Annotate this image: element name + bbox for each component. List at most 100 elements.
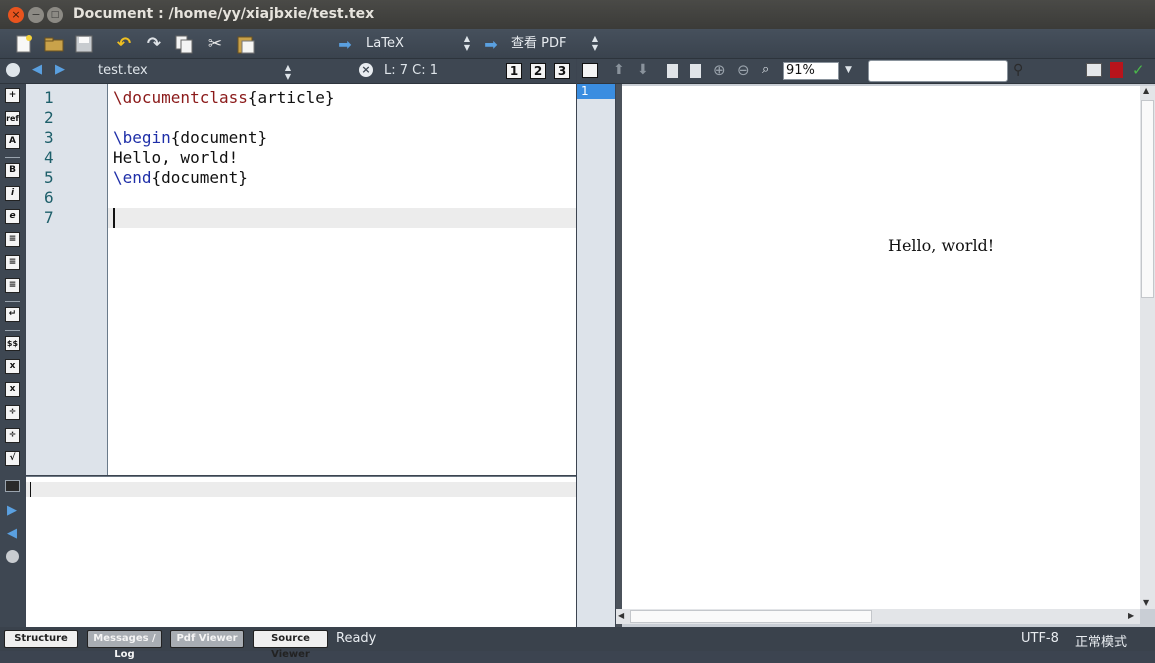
pdf-viewer[interactable]: ▲ ▼ ◀ ▶ xyxy=(616,84,1155,627)
pdf-page-gutter: 1 xyxy=(577,84,615,627)
pdf-toolbar: ⬆ ⬇ ⊕ ⊖ ⌕ 91% ▼ ⚲ ✓ xyxy=(577,59,1155,84)
open-icon[interactable] xyxy=(43,33,65,55)
dfrac-icon[interactable]: ÷ xyxy=(5,428,20,443)
source-viewer-button[interactable]: Source Viewer xyxy=(253,630,328,660)
align-left-icon[interactable]: ≡ xyxy=(5,232,20,247)
italic-icon[interactable]: i xyxy=(5,186,20,201)
next-page-icon[interactable]: ⬇ xyxy=(637,62,649,78)
external-viewer-icon[interactable] xyxy=(1110,62,1123,78)
next-error-icon[interactable]: ▶ xyxy=(7,503,17,518)
log-panel-icon[interactable] xyxy=(5,480,20,492)
align-center-icon[interactable]: ≡ xyxy=(5,255,20,270)
align-right-icon[interactable]: ≡ xyxy=(5,278,20,293)
paste-icon[interactable] xyxy=(235,33,257,55)
line-number: 1 xyxy=(44,88,54,107)
fit-width-icon[interactable] xyxy=(667,64,678,78)
superscript-icon[interactable]: x xyxy=(5,382,20,397)
main-toolbar: ↶ ↷ ✂ ➡ LaTeX ▲ ▼ ➡ 查看 PDF ▲ ▼ xyxy=(0,29,1155,59)
print-icon[interactable] xyxy=(1086,63,1102,77)
spellcheck-icon[interactable]: ✓ xyxy=(1132,61,1145,79)
pdf-page-number[interactable]: 1 xyxy=(577,84,615,99)
cut-icon[interactable]: ✂ xyxy=(204,33,226,55)
structure-button[interactable]: Structure xyxy=(4,630,78,648)
messages-log-button[interactable]: Messages / Log xyxy=(87,630,162,660)
window-title: Document : /home/yy/xiajbxie/test.tex xyxy=(73,6,375,22)
build-command-combo[interactable]: LaTeX ▲ ▼ xyxy=(360,34,474,54)
pdf-viewer-button[interactable]: Pdf Viewer xyxy=(170,630,244,648)
fit-page-icon[interactable] xyxy=(690,64,701,78)
close-document-icon[interactable]: × xyxy=(359,63,373,77)
scroll-right-icon[interactable]: ▶ xyxy=(1128,611,1134,620)
build-command-value: LaTeX xyxy=(366,36,404,51)
new-line-icon[interactable]: ↵ xyxy=(5,307,20,322)
view-pdf-run-icon[interactable]: ➡ xyxy=(480,33,502,55)
code-line: \documentclass{article} xyxy=(113,88,335,107)
cursor-position: L: 7 C: 1 xyxy=(384,63,439,78)
magnifier-icon[interactable]: ⌕ xyxy=(762,62,769,77)
previous-document-icon[interactable]: ◀ xyxy=(32,62,42,77)
toggle-structure-icon[interactable] xyxy=(582,63,598,78)
zoom-field[interactable]: 91% xyxy=(783,62,839,80)
binoculars-icon[interactable]: ⚲ xyxy=(1013,62,1023,78)
code-line: Hello, world! xyxy=(113,148,239,167)
new-file-icon[interactable] xyxy=(13,33,35,55)
refresh-structure-icon[interactable] xyxy=(6,63,20,77)
code-line: \end{document} xyxy=(113,168,248,187)
maximize-window-button[interactable]: □ xyxy=(47,7,63,23)
stop-process-icon[interactable] xyxy=(6,550,19,563)
bold-icon[interactable]: B xyxy=(5,163,20,178)
fraction-icon[interactable]: ÷ xyxy=(5,405,20,420)
edit-mode-indicator[interactable]: 正常模式 xyxy=(1075,631,1127,650)
horizontal-scrollbar-thumb[interactable] xyxy=(630,610,872,623)
zoom-dropdown-icon[interactable]: ▼ xyxy=(845,65,852,75)
line-number: 2 xyxy=(44,108,54,127)
subscript-icon[interactable]: x xyxy=(5,359,20,374)
previous-error-icon[interactable]: ◀ xyxy=(7,526,17,541)
next-document-icon[interactable]: ▶ xyxy=(55,62,65,77)
status-text: Ready xyxy=(336,631,377,646)
run-build-icon[interactable]: ➡ xyxy=(334,33,356,55)
line-number: 7 xyxy=(44,208,54,227)
view-button-1[interactable]: 1 xyxy=(506,63,522,79)
status-bar: Structure Messages / Log Pdf Viewer Sour… xyxy=(0,627,1155,660)
scrollbar-thumb[interactable] xyxy=(1141,100,1154,298)
line-number: 3 xyxy=(44,128,54,147)
emphasis-icon[interactable]: e xyxy=(5,209,20,224)
log-current-line xyxy=(26,482,576,497)
scroll-left-icon[interactable]: ◀ xyxy=(618,611,624,620)
combo-arrows-icon: ▲ ▼ xyxy=(591,34,598,52)
scroll-up-icon[interactable]: ▲ xyxy=(1143,86,1149,95)
zoom-in-icon[interactable]: ⊕ xyxy=(713,61,726,79)
save-icon[interactable] xyxy=(73,33,95,55)
horizontal-scrollbar[interactable]: ◀ ▶ xyxy=(616,609,1140,624)
messages-log-panel[interactable] xyxy=(26,476,576,627)
sqrt-icon[interactable]: √ xyxy=(5,451,20,466)
view-button-2[interactable]: 2 xyxy=(530,63,546,79)
pdf-search-input[interactable] xyxy=(868,60,1008,82)
view-button-3[interactable]: 3 xyxy=(554,63,570,79)
redo-icon[interactable]: ↷ xyxy=(143,33,165,55)
document-name: test.tex xyxy=(98,63,148,78)
encoding-indicator[interactable]: UTF-8 xyxy=(1021,631,1059,646)
sidebar-separator xyxy=(5,157,20,158)
combo-arrows-icon: ▲ ▼ xyxy=(463,34,470,52)
zoom-out-icon[interactable]: ⊖ xyxy=(737,61,750,79)
code-editor[interactable]: \documentclass{article} \begin{document}… xyxy=(108,84,576,475)
font-size-icon[interactable]: A xyxy=(5,134,20,149)
copy-icon[interactable] xyxy=(173,33,195,55)
document-selector[interactable]: test.tex ▲ ▼ xyxy=(75,61,295,81)
insert-ref-icon[interactable]: ref xyxy=(5,111,20,126)
code-line: \begin{document} xyxy=(113,128,268,147)
scroll-down-icon[interactable]: ▼ xyxy=(1143,598,1149,607)
close-window-button[interactable]: × xyxy=(8,7,24,23)
view-command-combo[interactable]: 查看 PDF ▲ ▼ xyxy=(505,34,602,54)
math-mode-icon[interactable]: $$ xyxy=(5,336,20,351)
previous-page-icon[interactable]: ⬆ xyxy=(613,62,625,78)
vertical-scrollbar[interactable]: ▲ ▼ xyxy=(1140,86,1155,609)
minimize-window-button[interactable]: − xyxy=(28,7,44,23)
pdf-content-text: Hello, world! xyxy=(888,236,995,255)
add-section-icon[interactable]: + xyxy=(5,88,20,103)
log-caret xyxy=(30,482,31,497)
undo-icon[interactable]: ↶ xyxy=(113,33,135,55)
sidebar-separator xyxy=(5,301,20,302)
